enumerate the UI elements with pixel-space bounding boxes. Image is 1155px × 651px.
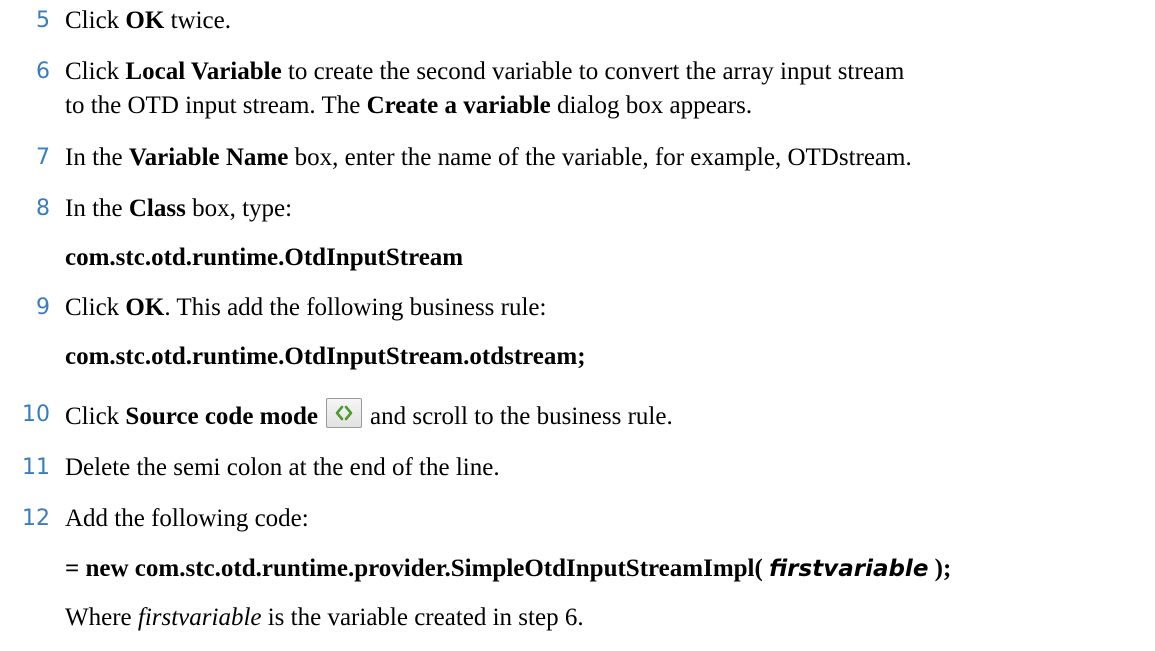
step-11: 11 Delete the semi colon at the end of t…: [0, 451, 1155, 485]
step-number: 5: [36, 8, 50, 33]
ui-term: Create a variable: [366, 92, 551, 119]
ui-term: Source code mode: [125, 403, 318, 430]
step-6: 6 Click Local Variable to create the sec…: [0, 55, 1155, 125]
step-12: 12 Add the following code:: [0, 502, 1155, 536]
code-business-rule: com.stc.otd.runtime.OtdInputStream.otdst…: [65, 343, 586, 370]
step-number: 9: [36, 295, 50, 320]
code-added-line: = new com.stc.otd.runtime.provider.Simpl…: [65, 555, 952, 582]
ui-term: OK: [125, 7, 165, 34]
source-code-mode-icon[interactable]: [326, 398, 362, 428]
step-note: Where firstvariable is the variable crea…: [65, 604, 584, 631]
step-number: 7: [36, 145, 50, 170]
step-text: In the Class box, type:: [65, 195, 293, 222]
step-text: Click Source code mode and scroll to the …: [65, 398, 673, 434]
variable-name: firstvariable: [137, 604, 262, 631]
ui-term: Class: [128, 195, 186, 222]
step-number: 11: [22, 455, 50, 480]
step-number: 8: [36, 196, 50, 221]
step-number: 10: [22, 402, 50, 427]
ui-term: Variable Name: [128, 144, 289, 171]
step-text: Delete the semi colon at the end of the …: [65, 454, 500, 481]
step-text-line-2: to the OTD input stream. The Create a va…: [65, 92, 753, 119]
ui-term: OK: [125, 294, 165, 321]
ui-term: Local Variable: [125, 58, 282, 85]
step-text: In the Variable Name box, enter the name…: [65, 144, 912, 171]
step-number: 12: [22, 506, 50, 531]
step-5: 5 Click OK twice.: [0, 4, 1155, 38]
step-text: Add the following code:: [65, 505, 309, 532]
code-variable-name: firstvariable: [769, 556, 929, 582]
step-9: 9 Click OK. This add the following busin…: [0, 291, 1155, 325]
step-text-line-1: Click Local Variable to create the secon…: [65, 58, 905, 85]
code-class-name: com.stc.otd.runtime.OtdInputStream: [65, 244, 464, 271]
step-7: 7 In the Variable Name box, enter the na…: [0, 141, 1155, 175]
step-text: Click OK twice.: [65, 7, 231, 34]
step-number: 6: [36, 59, 50, 84]
step-10: 10 Click Source code mode and scroll to t…: [0, 398, 1155, 434]
step-text: Click OK. This add the following busines…: [65, 294, 547, 321]
step-8: 8 In the Class box, type:: [0, 192, 1155, 226]
